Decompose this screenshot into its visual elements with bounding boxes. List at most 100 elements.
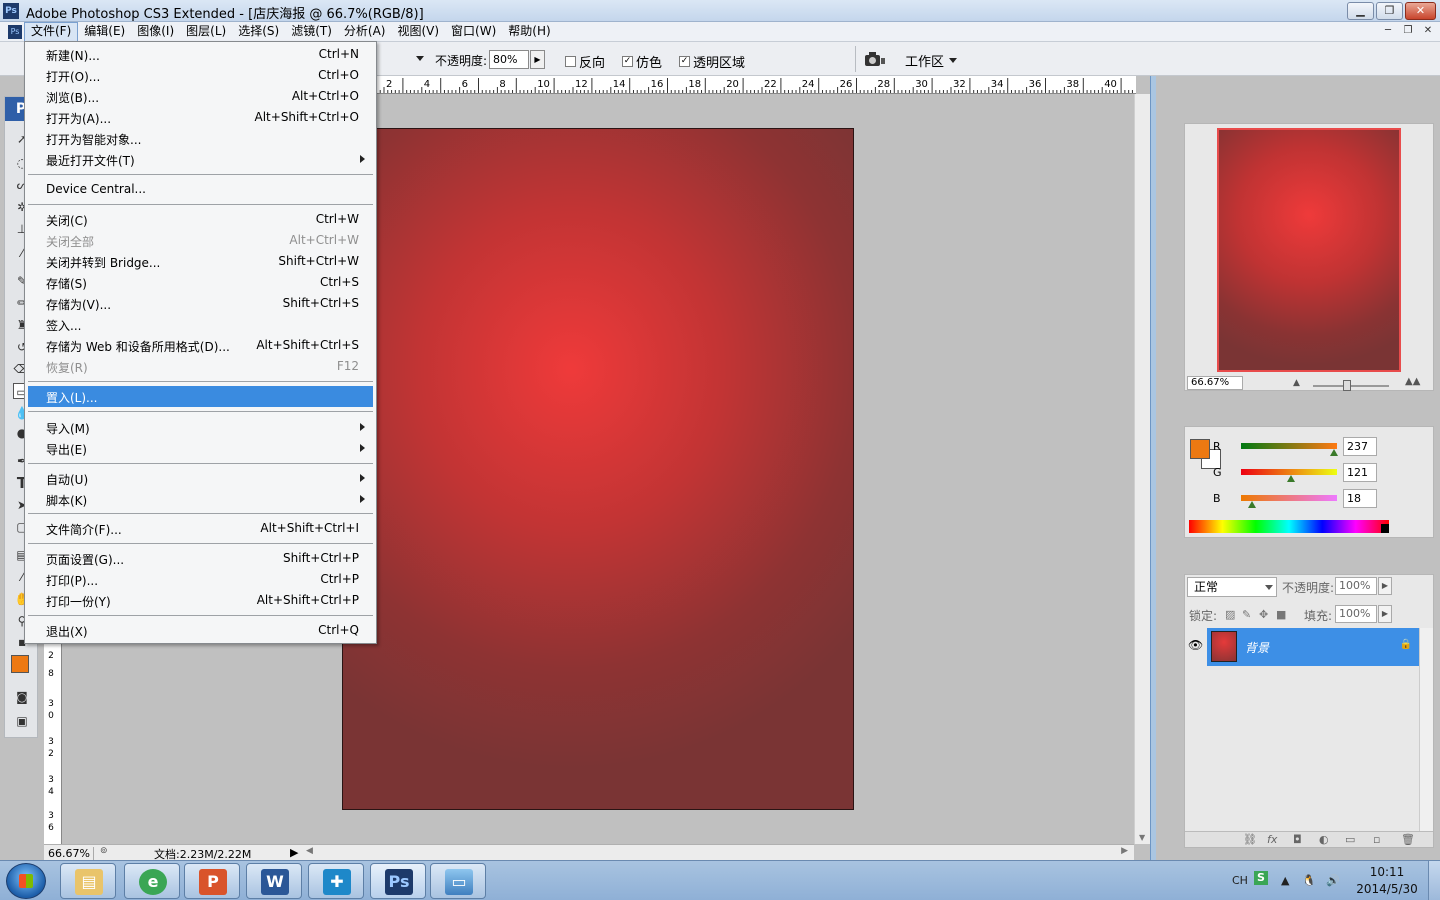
add-mask-icon[interactable]: ◘	[1293, 833, 1302, 846]
green-value-input[interactable]: 121	[1343, 463, 1377, 482]
delete-layer-icon[interactable]: 🗑	[1401, 833, 1415, 846]
menu-item-new[interactable]: 新建(N)... Ctrl+N	[28, 44, 373, 65]
red-value-input[interactable]: 237	[1343, 437, 1377, 456]
doc-restore-button[interactable]: ❐	[1400, 24, 1416, 38]
taskbar-photo-viewer[interactable]: ▭	[430, 863, 486, 899]
scroll-left-icon[interactable]: ◀	[306, 846, 313, 856]
menu-item-browse[interactable]: 浏览(B)... Alt+Ctrl+O	[28, 86, 373, 107]
ime-icon[interactable]: S	[1254, 871, 1268, 885]
taskbar-photoshop[interactable]: Ps	[370, 863, 426, 899]
menu-item-device-central[interactable]: Device Central...	[28, 179, 373, 200]
menu-item-recent-files[interactable]: 最近打开文件(T)	[28, 149, 373, 170]
layers-scrollbar[interactable]	[1419, 628, 1433, 832]
menu-item-save-as[interactable]: 存储为(V)... Shift+Ctrl+S	[28, 293, 373, 314]
menu-file[interactable]: 文件(F)	[24, 22, 79, 42]
bridge-camera-icon[interactable]	[864, 50, 886, 68]
status-info-icon[interactable]: ⊚	[100, 846, 108, 856]
menu-item-import[interactable]: 导入(M)	[28, 417, 373, 438]
lock-transparent-icon[interactable]: ▨	[1225, 608, 1235, 621]
menu-item-automate[interactable]: 自动(U)	[28, 468, 373, 489]
navigator-zoom-knob[interactable]	[1343, 380, 1351, 391]
taskbar-store[interactable]: ✚	[308, 863, 364, 899]
menu-layer[interactable]: 图层(L)	[180, 22, 232, 42]
status-menu-arrow-icon[interactable]: ▶	[290, 846, 298, 859]
menu-item-scripts[interactable]: 脚本(K)	[28, 489, 373, 510]
menu-item-print[interactable]: 打印(P)... Ctrl+P	[28, 569, 373, 590]
fill-stepper[interactable]: ▶	[1378, 605, 1392, 623]
new-group-icon[interactable]: ▭	[1345, 833, 1355, 846]
foreground-color-swatch[interactable]	[11, 655, 29, 673]
transparency-checkbox[interactable]: ✓ 透明区域	[679, 52, 745, 71]
menu-item-close-goto-bridge[interactable]: 关闭并转到 Bridge... Shift+Ctrl+W	[28, 251, 373, 272]
status-zoom[interactable]: 66.67%	[48, 847, 94, 860]
screen-mode-icon[interactable]: ▣	[13, 713, 31, 729]
menu-analysis[interactable]: 分析(A)	[338, 22, 392, 42]
navigator-thumbnail[interactable]	[1217, 128, 1401, 372]
color-spectrum-bar[interactable]	[1189, 520, 1389, 533]
menu-edit[interactable]: 编辑(E)	[78, 22, 131, 42]
spectrum-black-swatch[interactable]	[1381, 524, 1389, 533]
dither-checkbox[interactable]: ✓ 仿色	[622, 52, 662, 71]
layer-opacity-stepper[interactable]: ▶	[1378, 577, 1392, 595]
link-layers-icon[interactable]: ⛓	[1243, 833, 1257, 846]
red-slider-knob[interactable]	[1330, 449, 1338, 456]
menu-item-export[interactable]: 导出(E)	[28, 438, 373, 459]
adjustment-layer-icon[interactable]: ◐	[1319, 833, 1329, 846]
layer-row-background[interactable]: 背景 🔒	[1207, 628, 1420, 666]
dither-checkbox-box[interactable]: ✓	[622, 56, 633, 67]
restore-button[interactable]: ❐	[1376, 2, 1403, 20]
navigator-zoom-slider[interactable]	[1313, 385, 1389, 387]
opacity-input[interactable]: 80%	[489, 50, 529, 69]
doc-minimize-button[interactable]: ─	[1380, 24, 1396, 38]
navigator-zoom-input[interactable]: 66.67%	[1187, 376, 1243, 390]
taskbar-powerpoint[interactable]: P	[184, 863, 240, 899]
qq-icon[interactable]: 🐧	[1302, 874, 1316, 887]
menu-item-page-setup[interactable]: 页面设置(G)... Shift+Ctrl+P	[28, 548, 373, 569]
zoom-out-icon[interactable]: ▲	[1293, 378, 1300, 388]
taskbar-browser[interactable]: e	[124, 863, 180, 899]
red-slider[interactable]	[1241, 443, 1337, 449]
quick-mask-icon[interactable]: ◙	[13, 689, 31, 705]
menu-item-print-one-copy[interactable]: 打印一份(Y) Alt+Shift+Ctrl+P	[28, 590, 373, 611]
menu-image[interactable]: 图像(I)	[131, 22, 180, 42]
doc-close-button[interactable]: ✕	[1420, 24, 1436, 38]
zoom-in-icon[interactable]: ▲▲	[1405, 376, 1420, 387]
taskbar-word[interactable]: W	[246, 863, 302, 899]
transparency-checkbox-box[interactable]: ✓	[679, 56, 690, 67]
show-desktop-button[interactable]	[1428, 861, 1440, 900]
menu-select[interactable]: 选择(S)	[232, 22, 285, 42]
menu-item-file-info[interactable]: 文件简介(F)... Alt+Shift+Ctrl+I	[28, 518, 373, 539]
menu-item-check-in[interactable]: 签入...	[28, 314, 373, 335]
menu-window[interactable]: 窗口(W)	[445, 22, 502, 42]
tray-expand-icon[interactable]: ▲	[1281, 874, 1289, 887]
lock-image-icon[interactable]: ✎	[1242, 608, 1251, 621]
fill-input[interactable]: 100%	[1335, 605, 1377, 623]
menu-item-open-smart-object[interactable]: 打开为智能对象...	[28, 128, 373, 149]
reverse-checkbox[interactable]: 反向	[565, 52, 605, 71]
new-layer-icon[interactable]: ▫	[1373, 833, 1380, 846]
layer-opacity-input[interactable]: 100%	[1335, 577, 1377, 595]
menu-view[interactable]: 视图(V)	[391, 22, 445, 42]
color-panel-foreground[interactable]	[1190, 439, 1210, 459]
vertical-scrollbar[interactable]: ▼	[1134, 94, 1150, 844]
menu-item-close[interactable]: 关闭(C) Ctrl+W	[28, 209, 373, 230]
blue-value-input[interactable]: 18	[1343, 489, 1377, 508]
tray-language[interactable]: CH	[1232, 874, 1248, 887]
menu-help[interactable]: 帮助(H)	[502, 22, 556, 42]
close-button[interactable]: ✕	[1405, 2, 1436, 20]
taskbar-explorer[interactable]: ▤	[60, 863, 116, 899]
menu-item-open-as[interactable]: 打开为(A)... Alt+Shift+Ctrl+O	[28, 107, 373, 128]
menu-item-save[interactable]: 存储(S) Ctrl+S	[28, 272, 373, 293]
document-canvas[interactable]	[342, 128, 854, 810]
workspace-button[interactable]: 工作区	[905, 51, 958, 70]
layer-style-icon[interactable]: fx	[1267, 833, 1277, 846]
menu-filter[interactable]: 滤镜(T)	[285, 22, 338, 42]
volume-icon[interactable]: 🔊	[1326, 874, 1340, 887]
layer-visibility-eye-icon[interactable]: 👁	[1188, 638, 1203, 652]
blend-mode-select[interactable]: 正常	[1187, 577, 1277, 597]
menu-item-place[interactable]: 置入(L)...	[28, 386, 373, 407]
scroll-down-icon[interactable]: ▼	[1139, 833, 1145, 842]
gradient-preset-dropdown[interactable]	[416, 56, 424, 61]
menu-item-open[interactable]: 打开(O)... Ctrl+O	[28, 65, 373, 86]
green-slider-knob[interactable]	[1287, 475, 1295, 482]
